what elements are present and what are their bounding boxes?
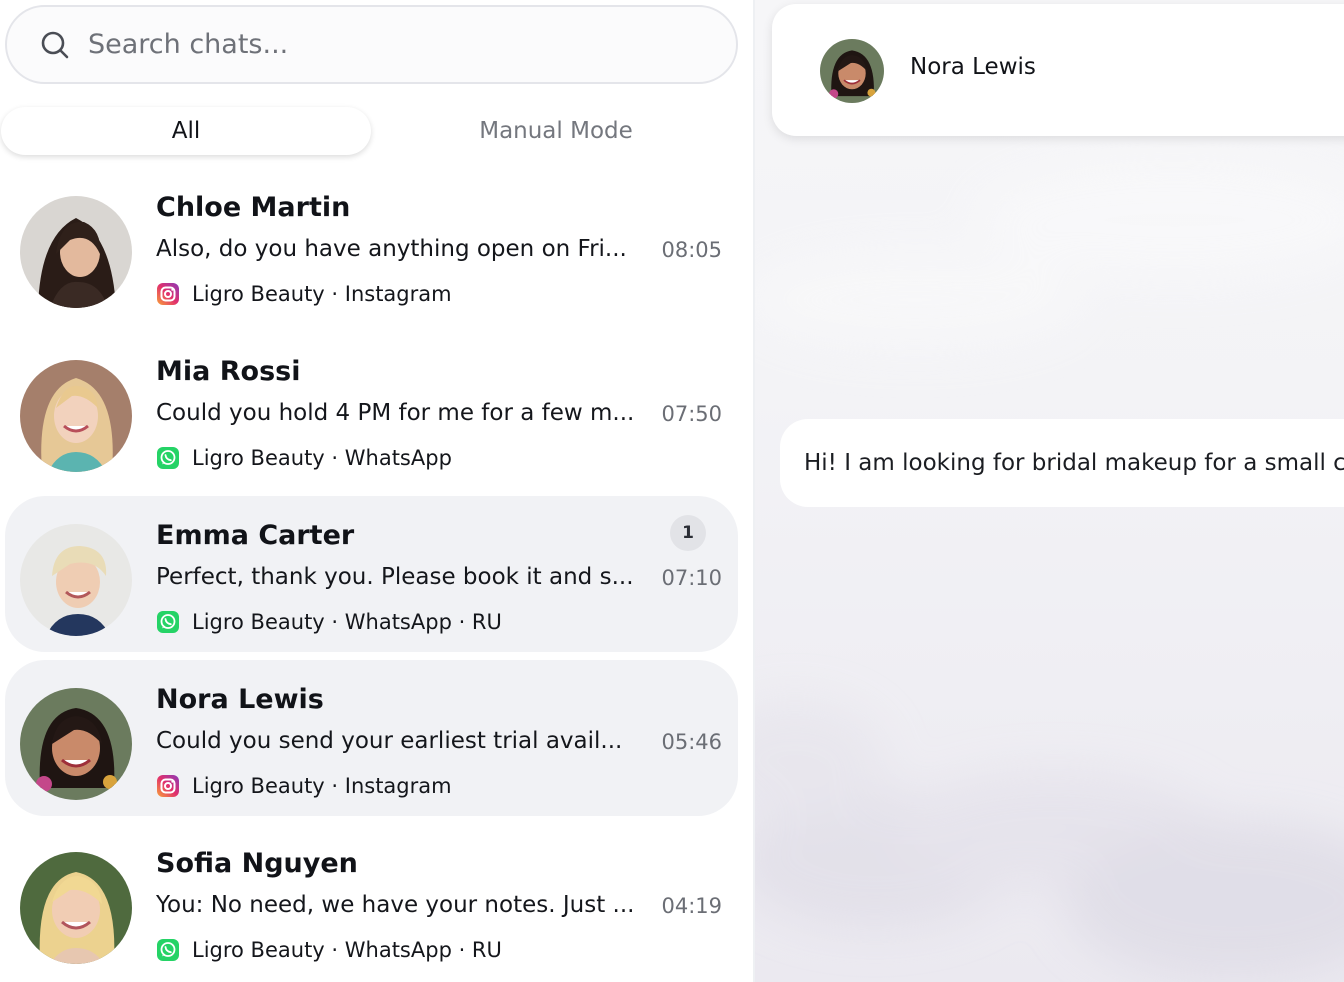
conversation-header: Nora Lewis xyxy=(772,4,1344,136)
contact-name: Nora Lewis xyxy=(156,684,324,715)
last-message-preview: Perfect, thank you. Please book it and s… xyxy=(156,564,634,590)
contact-name-header: Nora Lewis xyxy=(910,54,1036,80)
tab-all[interactable]: All xyxy=(1,107,371,155)
chat-meta: Ligro Beauty · Instagram xyxy=(156,774,452,798)
message-time: 04:19 xyxy=(661,894,722,918)
chat-source: Ligro Beauty · Instagram xyxy=(192,774,452,798)
chat-meta: Ligro Beauty · WhatsApp xyxy=(156,446,452,470)
whatsapp-icon xyxy=(156,938,180,962)
last-message-preview: You: No need, we have your notes. Just .… xyxy=(156,892,635,918)
contact-name: Sofia Nguyen xyxy=(156,848,358,879)
chat-meta: Ligro Beauty · WhatsApp · RU xyxy=(156,610,502,634)
avatar xyxy=(20,688,132,800)
chat-app: All Manual Mode Chloe Martin Also, do yo… xyxy=(0,0,1344,982)
avatar xyxy=(20,524,132,636)
message-text: Hi! I am looking for bridal makeup for a… xyxy=(804,450,1344,476)
avatar xyxy=(20,852,132,964)
avatar xyxy=(20,196,132,308)
search-input[interactable] xyxy=(88,29,688,60)
chat-source: Ligro Beauty · WhatsApp · RU xyxy=(192,610,502,634)
last-message-preview: Could you send your earliest trial avail… xyxy=(156,728,623,754)
whatsapp-icon xyxy=(156,610,180,634)
chat-meta: Ligro Beauty · WhatsApp · RU xyxy=(156,938,502,962)
chat-source: Ligro Beauty · Instagram xyxy=(192,282,452,306)
message-time: 08:05 xyxy=(661,238,722,262)
last-message-preview: Could you hold 4 PM for me for a few m..… xyxy=(156,400,635,426)
chat-list-item[interactable]: Chloe Martin Also, do you have anything … xyxy=(5,168,738,324)
whatsapp-icon xyxy=(156,446,180,470)
chat-meta: Ligro Beauty · Instagram xyxy=(156,282,452,306)
search-icon xyxy=(40,30,70,60)
chat-source: Ligro Beauty · WhatsApp xyxy=(192,446,452,470)
last-message-preview: Also, do you have anything open on Fri..… xyxy=(156,236,627,262)
filter-tabs: All Manual Mode xyxy=(0,107,742,157)
unread-count-badge: 1 xyxy=(670,515,706,551)
avatar xyxy=(20,360,132,472)
chat-list-item[interactable]: Sofia Nguyen You: No need, we have your … xyxy=(5,824,738,980)
message-time: 07:50 xyxy=(661,402,722,426)
incoming-message-bubble: Hi! I am looking for bridal makeup for a… xyxy=(780,419,1344,507)
chat-source: Ligro Beauty · WhatsApp · RU xyxy=(192,938,502,962)
chat-list-item[interactable]: Emma Carter 1 Perfect, thank you. Please… xyxy=(5,496,738,652)
tab-manual-mode[interactable]: Manual Mode xyxy=(371,107,741,155)
search-bar[interactable] xyxy=(5,5,738,84)
chat-list-item[interactable]: Nora Lewis Could you send your earliest … xyxy=(5,660,738,816)
contact-name: Chloe Martin xyxy=(156,192,351,223)
chat-list-item[interactable]: Mia Rossi Could you hold 4 PM for me for… xyxy=(5,332,738,488)
contact-avatar[interactable] xyxy=(820,39,884,103)
message-time: 05:46 xyxy=(661,730,722,754)
contact-name: Emma Carter xyxy=(156,520,355,551)
chat-list-pane: All Manual Mode Chloe Martin Also, do yo… xyxy=(0,0,755,982)
instagram-icon xyxy=(156,282,180,306)
instagram-icon xyxy=(156,774,180,798)
message-time: 07:10 xyxy=(661,566,722,590)
contact-name: Mia Rossi xyxy=(156,356,301,387)
conversation-pane: Nora Lewis Hi! I am looking for bridal m… xyxy=(755,0,1344,982)
